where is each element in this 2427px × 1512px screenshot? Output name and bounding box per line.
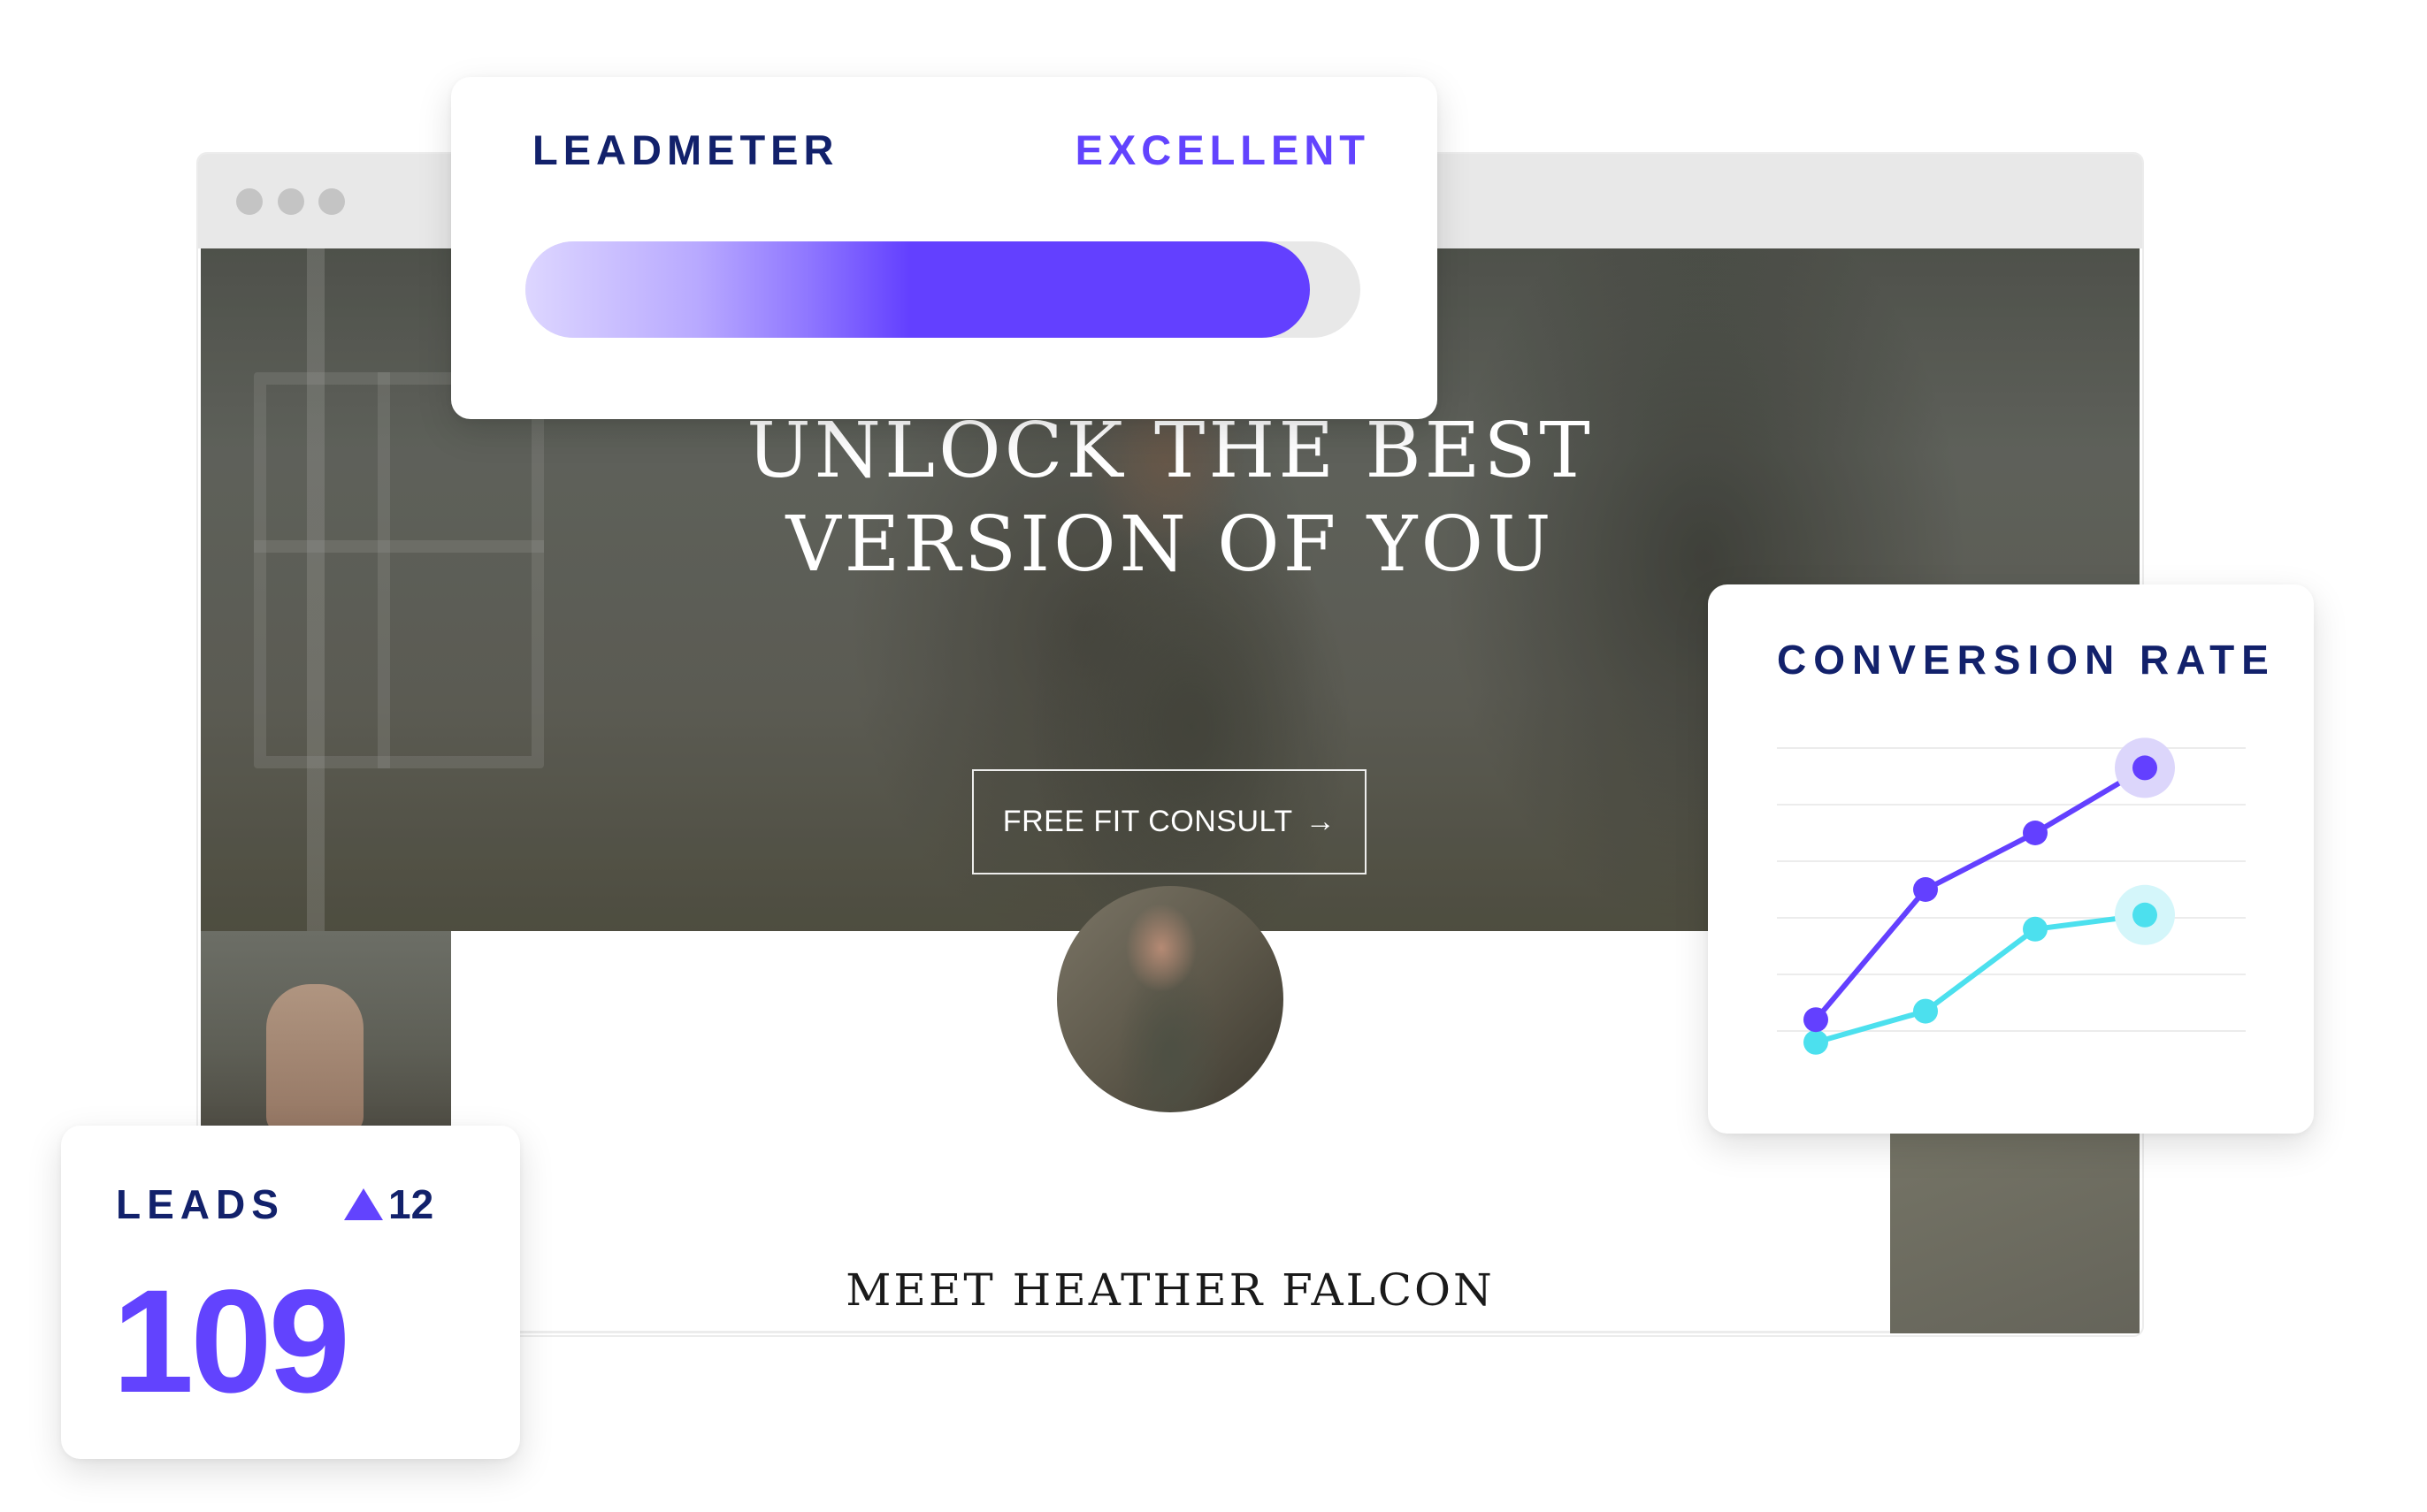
- series-cyan-point[interactable]: [1803, 1029, 1828, 1055]
- series-cyan-point[interactable]: [2023, 916, 2048, 942]
- series-cyan-point[interactable]: [1913, 998, 1938, 1024]
- leadmeter-card: LEADMETER EXCELLENT: [451, 77, 1437, 419]
- hero-headline-line2: VERSION OF YOU: [785, 500, 1555, 589]
- series-purple-point[interactable]: [2023, 821, 2048, 845]
- series-cyan-point[interactable]: [2132, 902, 2157, 928]
- leadmeter-progress-fill: [525, 241, 1311, 338]
- free-fit-consult-button[interactable]: FREE FIT CONSULT →: [972, 769, 1367, 874]
- series-purple-point[interactable]: [1913, 877, 1938, 902]
- leadmeter-status: EXCELLENT: [1075, 126, 1370, 173]
- conversion-rate-chart: [1777, 737, 2246, 1055]
- triangle-up-icon: [344, 1188, 383, 1220]
- leads-label: LEADS: [116, 1181, 285, 1227]
- series-cyan-line: [1815, 912, 2146, 1045]
- series-purple-point[interactable]: [2132, 755, 2157, 781]
- series-purple-point[interactable]: [1803, 1007, 1828, 1033]
- window-control-dot-icon[interactable]: [278, 188, 304, 215]
- leads-card: LEADS 12 109: [61, 1126, 520, 1459]
- avatar: [1057, 886, 1283, 1112]
- leads-delta-value: 12: [388, 1181, 434, 1227]
- series-purple-line: [1813, 765, 2147, 1022]
- cta-label: FREE FIT CONSULT: [1002, 805, 1293, 838]
- hero-photo-left-strip: [201, 931, 451, 1134]
- window-control-dot-icon[interactable]: [236, 188, 263, 215]
- conversion-rate-card: CONVERSION RATE: [1708, 584, 2314, 1134]
- leadmeter-title: LEADMETER: [532, 126, 839, 173]
- arrow-right-icon: →: [1305, 805, 1336, 838]
- leads-value: 109: [112, 1260, 350, 1424]
- leadmeter-progress-track: [525, 241, 1360, 338]
- leads-delta: 12: [344, 1180, 433, 1228]
- hero-photo-foot: [266, 984, 364, 1134]
- hero-headline: UNLOCK THE BEST VERSION OF YOU: [201, 404, 2140, 592]
- section-divider: [451, 1331, 1890, 1333]
- window-control-dot-icon[interactable]: [318, 188, 345, 215]
